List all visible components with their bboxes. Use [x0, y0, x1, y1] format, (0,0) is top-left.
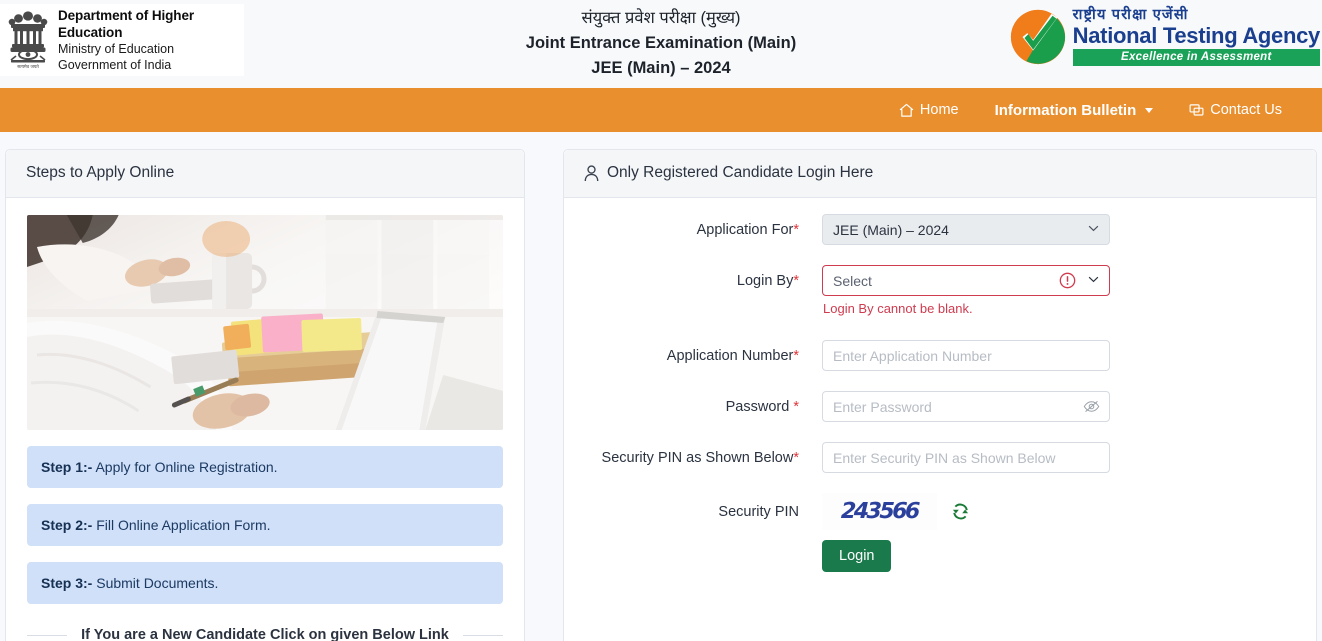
- security-pin-input-label-text: Security PIN as Shown Below: [601, 450, 794, 466]
- field-row-application-for: Application For* JEE (Main) – 2024: [564, 214, 1316, 245]
- security-pin-input-label: Security PIN as Shown Below*: [564, 442, 822, 466]
- login-by-value: Select: [833, 272, 872, 289]
- step-item-2: Step 2:- Fill Online Application Form.: [27, 504, 503, 546]
- new-candidate-divider-text: If You are a New Candidate Click on give…: [67, 627, 463, 641]
- chevron-down-icon: [1145, 107, 1154, 113]
- steps-panel: Steps to Apply Online Step 1:- Apply for…: [5, 149, 525, 641]
- login-panel: Only Registered Candidate Login Here App…: [563, 149, 1317, 641]
- application-for-select[interactable]: JEE (Main) – 2024: [822, 214, 1110, 245]
- login-panel-title: Only Registered Candidate Login Here: [607, 164, 874, 181]
- page-header: सत्यमेव जयते Department of Higher Educat…: [0, 0, 1322, 88]
- application-for-value: JEE (Main) – 2024: [833, 221, 949, 238]
- required-asterisk: *: [793, 348, 799, 364]
- application-for-control: JEE (Main) – 2024: [822, 214, 1110, 245]
- error-exclamation-icon: [1059, 272, 1076, 289]
- field-row-password: Password *: [564, 391, 1316, 422]
- nav-item-contact-us-label: Contact Us: [1210, 102, 1282, 118]
- government-name: Government of India: [58, 58, 172, 73]
- required-asterisk: *: [793, 222, 799, 238]
- login-button-spacer: [564, 540, 822, 548]
- page-main: Steps to Apply Online Step 1:- Apply for…: [0, 132, 1322, 641]
- step-item-1: Step 1:- Apply for Online Registration.: [27, 446, 503, 488]
- required-asterisk: *: [793, 450, 799, 466]
- chat-icon: [1189, 103, 1204, 116]
- ministry-name: Ministry of Education: [58, 42, 175, 57]
- step-1-text: Apply for Online Registration.: [92, 459, 278, 475]
- refresh-icon[interactable]: [951, 502, 970, 521]
- login-by-control: Select Login By cannot be blank.: [822, 265, 1110, 316]
- nta-checkmark-logo: [1010, 9, 1065, 65]
- password-control: [822, 391, 1110, 422]
- ashoka-pillar-emblem: सत्यमेव जयते: [8, 11, 48, 70]
- login-button-control: Login: [822, 540, 1110, 572]
- step-2-text: Fill Online Application Form.: [92, 517, 271, 533]
- login-by-error-message: Login By cannot be blank.: [823, 301, 973, 316]
- svg-text:सत्यमेव जयते: सत्यमेव जयते: [17, 64, 39, 70]
- nav-item-contact-us[interactable]: Contact Us: [1171, 102, 1300, 118]
- application-number-input[interactable]: [822, 340, 1110, 371]
- login-button[interactable]: Login: [822, 540, 892, 572]
- nta-name-hindi: राष्ट्रीय परीक्षा एजेंसी: [1072, 7, 1189, 23]
- step-3-number: Step 3:-: [41, 575, 93, 591]
- login-form: Application For* JEE (Main) – 2024 Login…: [564, 198, 1316, 572]
- login-by-label-text: Login By: [736, 273, 794, 289]
- nta-tagline: Excellence in Assessment: [1072, 49, 1320, 67]
- department-emblem-block: सत्यमेव जयते Department of Higher Educat…: [0, 4, 244, 76]
- step-item-3: Step 3:- Submit Documents.: [27, 562, 503, 604]
- new-candidate-divider: If You are a New Candidate Click on give…: [27, 626, 503, 641]
- application-for-label-text: Application For: [696, 222, 794, 238]
- security-pin-input-control: [822, 442, 1110, 473]
- password-input[interactable]: [822, 391, 1110, 422]
- nta-name-english: National Testing Agency: [1072, 22, 1321, 48]
- application-number-label-text: Application Number: [666, 348, 794, 364]
- captcha-image: 243566: [822, 493, 937, 530]
- captcha-code: 243566: [840, 499, 919, 524]
- steps-panel-body: Step 1:- Apply for Online Registration. …: [6, 198, 524, 641]
- field-row-security-pin-captcha: Security PIN 243566: [564, 493, 1316, 530]
- application-number-label: Application Number*: [564, 340, 822, 364]
- step-2-number: Step 2:-: [41, 517, 93, 533]
- required-asterisk: *: [793, 273, 799, 289]
- photo-illustration: [27, 215, 503, 430]
- password-label-text: Password: [725, 399, 794, 415]
- chevron-down-icon: [1088, 276, 1099, 283]
- application-number-control: [822, 340, 1110, 371]
- application-for-label: Application For*: [564, 214, 822, 238]
- login-by-label: Login By*: [564, 265, 822, 289]
- required-asterisk: *: [793, 399, 799, 415]
- security-pin-captcha-label: Security PIN: [718, 504, 799, 520]
- steps-panel-header: Steps to Apply Online: [6, 150, 524, 198]
- nav-item-home[interactable]: Home: [881, 102, 977, 118]
- department-name: Department of Higher Education: [58, 7, 195, 40]
- step-1-number: Step 1:-: [41, 459, 93, 475]
- captcha-row: 243566: [822, 493, 1110, 530]
- eye-slash-icon[interactable]: [1083, 399, 1100, 414]
- security-pin-captcha-control: 243566: [822, 493, 1110, 530]
- user-icon: [584, 164, 599, 181]
- steps-panel-title: Steps to Apply Online: [26, 164, 175, 181]
- home-icon: [899, 103, 914, 117]
- field-row-application-number: Application Number*: [564, 340, 1316, 371]
- field-row-login-by: Login By* Select Login By cannot be blan…: [564, 265, 1316, 316]
- laptop-work-photo: [27, 215, 503, 430]
- security-pin-input[interactable]: [822, 442, 1110, 473]
- main-navigation: Home Information Bulletin Contact Us: [0, 88, 1322, 132]
- login-panel-header: Only Registered Candidate Login Here: [564, 150, 1316, 198]
- step-3-text: Submit Documents.: [92, 575, 219, 591]
- chevron-down-icon: [1088, 225, 1099, 232]
- nav-item-information-bulletin[interactable]: Information Bulletin: [977, 102, 1172, 119]
- field-row-login-button: Login: [564, 540, 1316, 572]
- nta-logo-block: राष्ट्रीय परीक्षा एजेंसी National Testin…: [1009, 7, 1321, 67]
- nav-item-information-bulletin-label: Information Bulletin: [994, 101, 1137, 119]
- password-label: Password *: [564, 391, 822, 415]
- field-row-security-pin-input: Security PIN as Shown Below*: [564, 442, 1316, 473]
- nav-item-home-label: Home: [919, 102, 959, 118]
